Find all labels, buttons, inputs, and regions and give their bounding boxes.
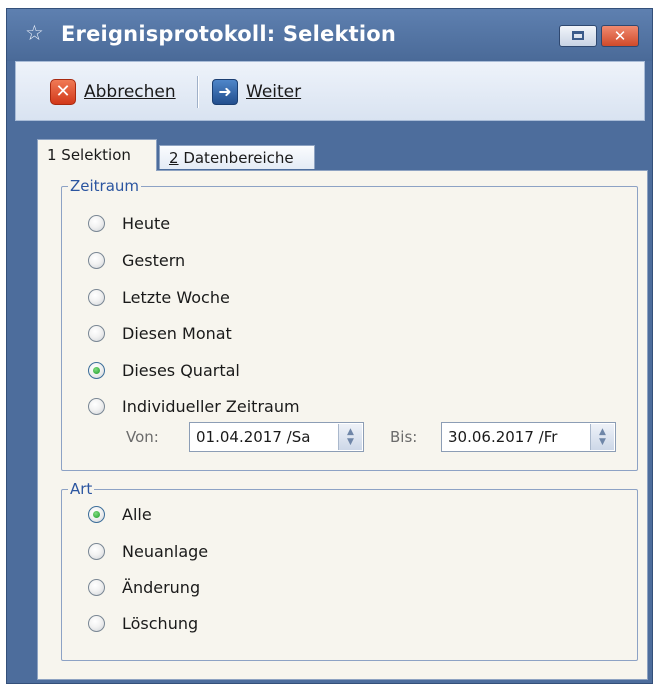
next-button-label: Weiter: [246, 82, 302, 102]
arrow-right-icon: ➜: [212, 79, 238, 105]
radio-button[interactable]: [88, 251, 105, 269]
from-date-input[interactable]: [190, 423, 338, 451]
close-icon: ✕: [613, 27, 627, 45]
tab-datenbereiche-label: Datenbereiche: [178, 149, 294, 167]
radio-label: Neuanlage: [122, 541, 209, 561]
radio-label: Heute: [122, 213, 171, 233]
radio-neuanlage[interactable]: Neuanlage: [88, 539, 208, 563]
radio-button[interactable]: [88, 397, 105, 415]
radio-loeschung[interactable]: Löschung: [88, 611, 198, 635]
radio-label: Letzte Woche: [122, 287, 230, 307]
radio-button-checked[interactable]: [88, 505, 105, 523]
tab-datenbereiche[interactable]: 2 Datenbereiche: [159, 145, 315, 169]
to-date-field[interactable]: ▲▼: [441, 422, 616, 452]
to-date-spinner[interactable]: ▲ ▼: [590, 424, 614, 450]
spinner-arrows-icon: ▲ ▼: [347, 427, 354, 447]
zeitraum-group: Zeitraum Heute Gestern Letzte Woche Dies…: [61, 175, 638, 471]
radio-label: Diesen Monat: [122, 323, 232, 343]
radio-button[interactable]: [88, 324, 105, 342]
close-button[interactable]: ✕: [601, 25, 639, 47]
toolbar: ✕ Abbrechen ➜ Weiter: [15, 61, 645, 121]
radio-label: Alle: [122, 504, 152, 524]
art-legend: Art: [68, 478, 95, 500]
dialog-window: ☆ Ereignisprotokoll: Selektion ✕ ✕ Abbre…: [6, 8, 653, 684]
tab-panel-selektion: Zeitraum Heute Gestern Letzte Woche Dies…: [37, 170, 648, 680]
radio-heute[interactable]: Heute: [88, 211, 170, 235]
art-group: Art Alle Neuanlage Änderung Löschung: [61, 478, 638, 661]
to-date-input[interactable]: [442, 423, 590, 451]
cancel-button-label: Abbrechen: [84, 82, 176, 102]
to-label: Bis:: [390, 428, 418, 446]
radio-button[interactable]: [88, 214, 105, 232]
from-label: Von:: [126, 428, 159, 446]
from-date-spinner[interactable]: ▲ ▼: [338, 424, 362, 450]
cancel-button[interactable]: ✕ Abbrechen: [50, 78, 176, 106]
next-button[interactable]: ➜ Weiter: [212, 78, 301, 106]
radio-button[interactable]: [88, 288, 105, 306]
star-outline-icon: ☆: [25, 21, 44, 45]
radio-label: Dieses Quartal: [122, 360, 240, 380]
radio-alle[interactable]: Alle: [88, 502, 152, 526]
radio-letzte-woche[interactable]: Letzte Woche: [88, 285, 230, 309]
title-bar[interactable]: ☆ Ereignisprotokoll: Selektion ✕: [7, 9, 652, 61]
radio-button[interactable]: [88, 542, 105, 560]
radio-gestern[interactable]: Gestern: [88, 248, 185, 272]
restore-icon: [572, 31, 584, 40]
restore-button[interactable]: [559, 25, 597, 47]
spinner-arrows-icon: ▲ ▼: [599, 427, 606, 447]
radio-dieses-quartal[interactable]: Dieses Quartal: [88, 358, 240, 382]
zeitraum-legend: Zeitraum: [68, 175, 142, 197]
radio-button[interactable]: [88, 578, 105, 596]
window-title: Ereignisprotokoll: Selektion: [61, 22, 397, 46]
radio-button-checked[interactable]: [88, 361, 105, 379]
radio-button[interactable]: [88, 614, 105, 632]
from-date-field[interactable]: ▲▼: [189, 422, 364, 452]
radio-diesen-monat[interactable]: Diesen Monat: [88, 321, 232, 345]
cancel-x-icon: ✕: [50, 79, 76, 105]
tab-selektion[interactable]: 1 Selektion: [37, 139, 157, 171]
radio-label: Gestern: [122, 250, 186, 270]
radio-label: Löschung: [122, 613, 199, 633]
radio-individueller-zeitraum[interactable]: Individueller Zeitraum: [88, 394, 300, 418]
radio-aenderung[interactable]: Änderung: [88, 575, 200, 599]
tab-datenbereiche-mnemonic: 2: [169, 149, 179, 167]
radio-label: Individueller Zeitraum: [122, 396, 300, 416]
toolbar-separator: [197, 76, 198, 108]
radio-label: Änderung: [122, 577, 201, 597]
